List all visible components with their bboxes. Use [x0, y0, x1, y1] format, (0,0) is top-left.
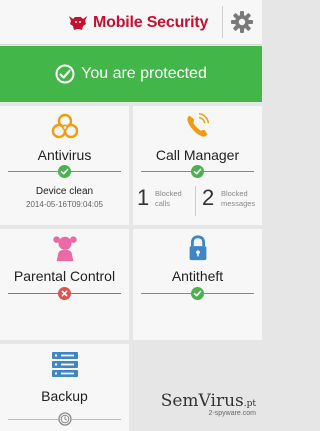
protection-status-text: You are protected [81, 65, 207, 82]
watermark: SemVirus.pt 2-spyware.com [161, 391, 256, 417]
header-divider [222, 6, 223, 38]
gear-icon[interactable] [229, 9, 255, 35]
blocked-messages-label: Blocked messages [221, 189, 256, 208]
check-circle-icon [55, 64, 75, 84]
server-icon [51, 352, 78, 377]
stats-divider [195, 186, 196, 216]
padlock-icon [189, 235, 206, 261]
call-manager-tile[interactable]: Call Manager 1 Blocked calls 2 Blocked m… [133, 106, 262, 225]
child-icon [52, 236, 77, 262]
call-manager-title: Call Manager [155, 147, 240, 163]
antivirus-scan-timestamp: 2014-05-16T09:04:05 [26, 200, 103, 209]
antivirus-status-text: Device clean [35, 186, 94, 197]
app-header: Mobile Security [0, 0, 262, 45]
parental-control-title: Parental Control [13, 268, 116, 284]
blocked-calls-label: Blocked calls [155, 189, 182, 208]
backup-title: Backup [41, 388, 88, 404]
error-status-icon [58, 287, 71, 300]
protection-status-banner[interactable]: You are protected [0, 46, 262, 102]
clock-status-icon [57, 412, 72, 426]
bull-logo-icon [69, 16, 87, 30]
phone-icon [186, 113, 209, 137]
watermark-sub: 2-spyware.com [208, 410, 256, 417]
ok-status-icon [58, 165, 71, 178]
antivirus-title: Antivirus [37, 147, 92, 163]
ok-status-icon [191, 287, 204, 300]
biohazard-icon [51, 113, 78, 139]
brand: Mobile Security [68, 12, 208, 34]
antivirus-tile[interactable]: Antivirus Device clean 2014-05-16T09:04:… [0, 106, 129, 225]
ok-status-icon [191, 165, 204, 178]
parental-control-tile[interactable]: Parental Control [0, 229, 129, 340]
blocked-messages-count: 2 [202, 185, 215, 210]
watermark-main: SemVirus.pt [160, 391, 256, 411]
app-title: Mobile Security [93, 14, 209, 31]
app-screen: Mobile Security You are protected Antivi… [0, 0, 262, 431]
backup-tile[interactable]: Backup [0, 344, 129, 431]
blocked-calls-count: 1 [137, 185, 150, 210]
antitheft-title: Antitheft [171, 268, 224, 284]
antitheft-tile[interactable]: Antitheft [133, 229, 262, 340]
